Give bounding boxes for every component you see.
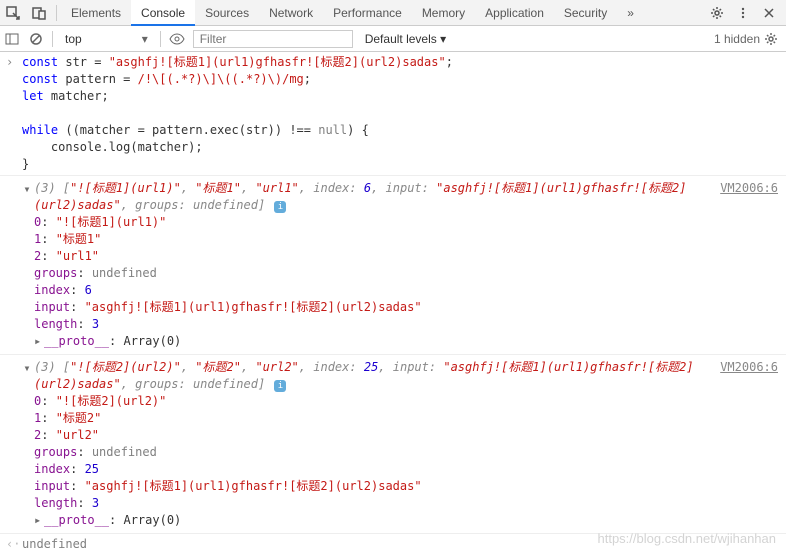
code-line: [22, 105, 786, 122]
tab-console[interactable]: Console: [131, 0, 195, 26]
array-entry: input: "asghfj![标题1](url1)gfhasfr![标题2](…: [22, 478, 786, 495]
tab-network[interactable]: Network: [259, 0, 323, 26]
code-line: let matcher;: [22, 88, 786, 105]
code-line: while ((matcher = pattern.exec(str)) !==…: [22, 122, 786, 139]
console-output: VM2006:6 ▾ (3) ["![标题1](url1)", "标题1", "…: [0, 176, 786, 355]
device-toggle-icon[interactable]: [26, 0, 52, 26]
gear-icon[interactable]: [704, 0, 730, 26]
chevron-down-icon: ▾: [142, 32, 148, 46]
levels-label: Default levels ▾: [365, 32, 446, 46]
array-entry: input: "asghfj![标题1](url1)gfhasfr![标题2](…: [22, 299, 786, 316]
array-entry: 1: "标题1": [22, 231, 786, 248]
hidden-count[interactable]: 1 hidden: [714, 32, 760, 46]
console-return: ‹· undefined: [0, 534, 786, 552]
tab-security[interactable]: Security: [554, 0, 617, 26]
context-selector[interactable]: top ▾: [57, 26, 156, 52]
array-summary[interactable]: (3) ["![标题1](url1)", "标题1", "url1", inde…: [22, 180, 786, 214]
divider: [52, 31, 53, 47]
code-line: const str = "asghfj![标题1](url1)gfhasfr![…: [22, 54, 786, 71]
console-filter-bar: top ▾ Default levels ▾ 1 hidden: [0, 26, 786, 52]
proto-entry[interactable]: ▸__proto__: Array(0): [22, 333, 786, 350]
code-line: }: [22, 156, 786, 173]
expand-toggle-icon[interactable]: ▾: [22, 360, 32, 377]
array-entry: 0: "![标题1](url1)": [22, 214, 786, 231]
devtools-toolbar: Elements Console Sources Network Perform…: [0, 0, 786, 26]
panel-tabs: Elements Console Sources Network Perform…: [61, 0, 704, 26]
kebab-menu-icon[interactable]: [730, 0, 756, 26]
array-summary[interactable]: (3) ["![标题2](url2)", "标题2", "url2", inde…: [22, 359, 786, 393]
return-caret-icon: ‹·: [6, 536, 20, 552]
code-line: const pattern = /!\[(.*?)\]\((.*?)\)/mg;: [22, 71, 786, 88]
expand-toggle-icon[interactable]: ▾: [22, 181, 32, 198]
array-entry: 2: "url1": [22, 248, 786, 265]
array-entry: groups: undefined: [22, 444, 786, 461]
eye-icon[interactable]: [165, 26, 189, 52]
array-entry: index: 25: [22, 461, 786, 478]
context-label: top: [65, 32, 82, 46]
close-icon[interactable]: [756, 0, 782, 26]
return-value: undefined: [22, 537, 87, 551]
array-entry: index: 6: [22, 282, 786, 299]
console-body: › const str = "asghfj![标题1](url1)gfhasfr…: [0, 52, 786, 552]
divider: [160, 31, 161, 47]
tab-application[interactable]: Application: [475, 0, 554, 26]
console-output: VM2006:6 ▾ (3) ["![标题2](url2)", "标题2", "…: [0, 355, 786, 534]
origin-link[interactable]: VM2006:6: [720, 180, 786, 197]
tab-overflow[interactable]: »: [617, 0, 644, 26]
divider: [56, 5, 57, 21]
array-entry: 0: "![标题2](url2)": [22, 393, 786, 410]
toolbar-right: [704, 0, 786, 26]
gear-icon[interactable]: [760, 26, 782, 52]
inspect-icon[interactable]: [0, 0, 26, 26]
array-entry: 2: "url2": [22, 427, 786, 444]
array-entry: groups: undefined: [22, 265, 786, 282]
sidebar-toggle-icon[interactable]: [0, 26, 24, 52]
console-input-block: › const str = "asghfj![标题1](url1)gfhasfr…: [0, 52, 786, 176]
origin-link[interactable]: VM2006:6: [720, 359, 786, 376]
array-entry: length: 3: [22, 495, 786, 512]
tab-memory[interactable]: Memory: [412, 0, 475, 26]
code-line: console.log(matcher);: [22, 139, 786, 156]
array-entry: 1: "标题2": [22, 410, 786, 427]
tab-elements[interactable]: Elements: [61, 0, 131, 26]
tab-performance[interactable]: Performance: [323, 0, 412, 26]
log-levels-selector[interactable]: Default levels ▾: [357, 26, 454, 52]
info-icon[interactable]: i: [274, 201, 286, 213]
input-caret-icon: ›: [6, 54, 13, 71]
filter-input[interactable]: [193, 30, 353, 48]
clear-console-icon[interactable]: [24, 26, 48, 52]
info-icon[interactable]: i: [274, 380, 286, 392]
tab-sources[interactable]: Sources: [195, 0, 259, 26]
array-entry: length: 3: [22, 316, 786, 333]
proto-entry[interactable]: ▸__proto__: Array(0): [22, 512, 786, 529]
